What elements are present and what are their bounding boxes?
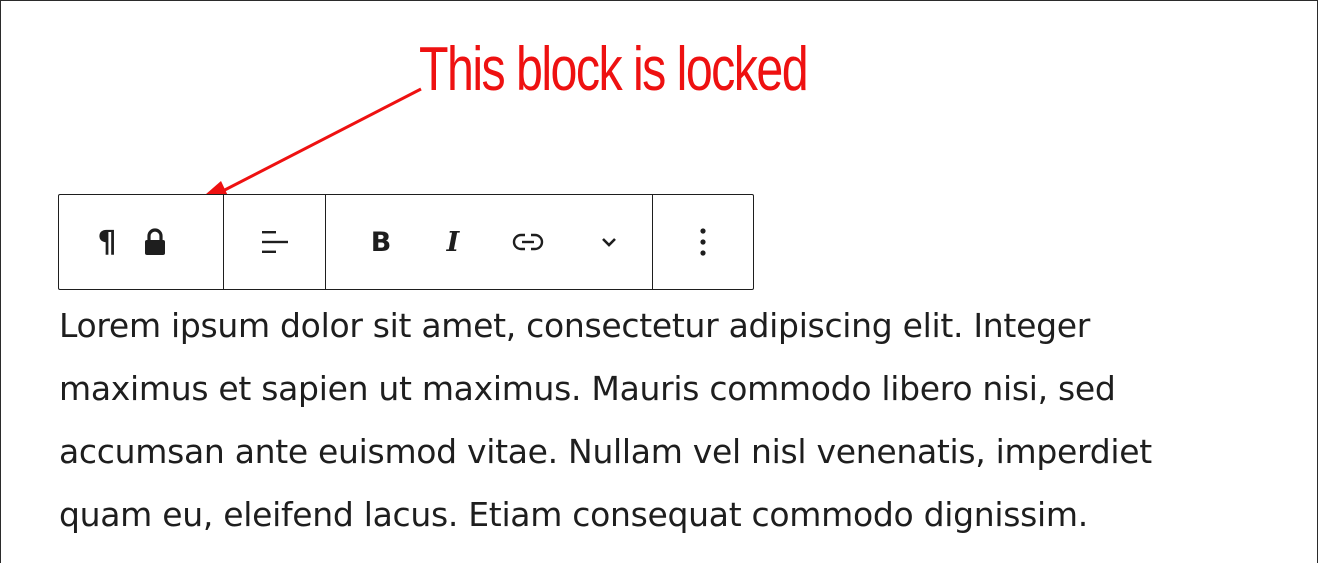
options-group (653, 195, 753, 289)
block-type-group: ¶ (59, 195, 224, 289)
paragraph-line: maximus et sapien ut maximus. Mauris com… (59, 369, 1116, 408)
alignment-group (224, 195, 326, 289)
formatting-group: B I (326, 195, 653, 289)
chevron-down-icon[interactable] (594, 235, 624, 249)
paragraph-line: accumsan ante euismod vitae. Nullam vel … (59, 432, 1152, 471)
bold-icon[interactable]: B (366, 227, 396, 258)
link-icon[interactable] (510, 231, 546, 253)
more-options-icon[interactable] (698, 226, 708, 258)
paragraph-line: quam eu, eleifend lacus. Etiam consequat… (59, 495, 1088, 534)
lock-icon[interactable] (133, 227, 177, 257)
paragraph-line: Lorem ipsum dolor sit amet, consectetur … (59, 306, 1090, 345)
paragraph-block[interactable]: Lorem ipsum dolor sit amet, consectetur … (59, 294, 1289, 546)
editor-canvas: This block is locked ¶ B I Lorem ipsum d… (0, 0, 1318, 563)
paragraph-icon[interactable]: ¶ (89, 225, 125, 260)
annotation-label: This block is locked (419, 35, 809, 104)
block-toolbar: ¶ B I (58, 194, 754, 290)
italic-icon[interactable]: I (438, 227, 468, 258)
align-left-icon[interactable] (259, 226, 291, 258)
